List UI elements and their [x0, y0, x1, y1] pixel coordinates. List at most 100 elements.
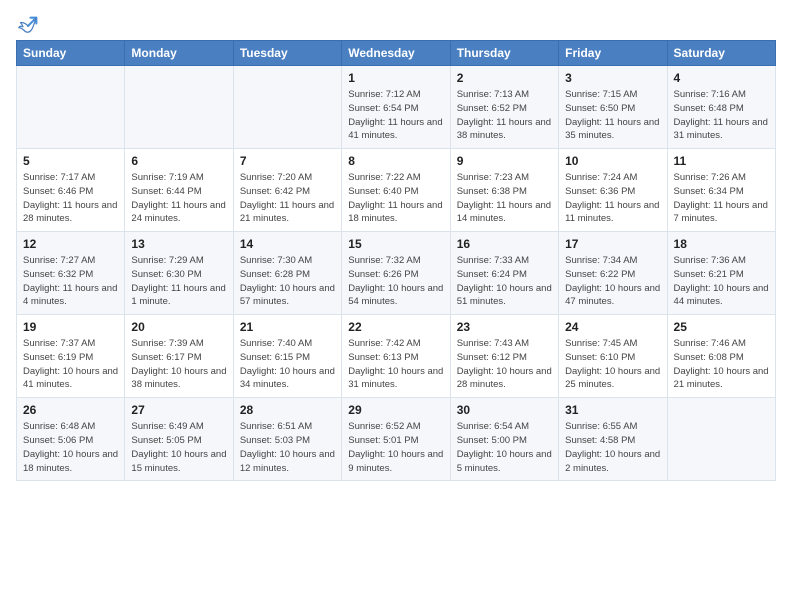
day-number: 25 — [674, 320, 769, 334]
header-wednesday: Wednesday — [342, 41, 450, 66]
day-number: 29 — [348, 403, 443, 417]
header-saturday: Saturday — [667, 41, 775, 66]
calendar-cell: 1 Sunrise: 7:12 AM Sunset: 6:54 PM Daylig… — [342, 66, 450, 149]
day-number: 12 — [23, 237, 118, 251]
calendar-cell: 16 Sunrise: 7:33 AM Sunset: 6:24 PM Dayli… — [450, 232, 558, 315]
calendar-cell — [667, 398, 775, 481]
logo — [16, 16, 38, 32]
week-row-1: 1 Sunrise: 7:12 AM Sunset: 6:54 PM Daylig… — [17, 66, 776, 149]
calendar-cell: 15 Sunrise: 7:32 AM Sunset: 6:26 PM Dayli… — [342, 232, 450, 315]
day-info: Sunrise: 7:26 AM Sunset: 6:34 PM Dayligh… — [674, 171, 769, 226]
day-number: 16 — [457, 237, 552, 251]
day-number: 2 — [457, 71, 552, 85]
day-number: 30 — [457, 403, 552, 417]
day-number: 5 — [23, 154, 118, 168]
calendar-cell: 24 Sunrise: 7:45 AM Sunset: 6:10 PM Dayli… — [559, 315, 667, 398]
calendar-table: Sunday Monday Tuesday Wednesday Thursday… — [16, 40, 776, 481]
day-number: 24 — [565, 320, 660, 334]
calendar-cell: 11Sunrise: 7:26 AM Sunset: 6:34 PM Dayli… — [667, 149, 775, 232]
day-info: Sunrise: 7:22 AM Sunset: 6:40 PM Dayligh… — [348, 171, 443, 226]
calendar-cell: 21 Sunrise: 7:40 AM Sunset: 6:15 PM Dayli… — [233, 315, 341, 398]
calendar-cell: 5 Sunrise: 7:17 AM Sunset: 6:46 PM Daylig… — [17, 149, 125, 232]
day-number: 6 — [131, 154, 226, 168]
day-info: Sunrise: 7:20 AM Sunset: 6:42 PM Dayligh… — [240, 171, 335, 226]
week-row-5: 26Sunrise: 6:48 AM Sunset: 5:06 PM Dayli… — [17, 398, 776, 481]
calendar-cell — [233, 66, 341, 149]
day-info: Sunrise: 7:24 AM Sunset: 6:36 PM Dayligh… — [565, 171, 660, 226]
day-info: Sunrise: 7:42 AM Sunset: 6:13 PM Dayligh… — [348, 337, 443, 392]
calendar-cell: 19 Sunrise: 7:37 AM Sunset: 6:19 PM Dayli… — [17, 315, 125, 398]
calendar-cell: 12 Sunrise: 7:27 AM Sunset: 6:32 PM Dayli… — [17, 232, 125, 315]
week-row-2: 5 Sunrise: 7:17 AM Sunset: 6:46 PM Daylig… — [17, 149, 776, 232]
calendar-cell: 8 Sunrise: 7:22 AM Sunset: 6:40 PM Daylig… — [342, 149, 450, 232]
calendar-cell: 2 Sunrise: 7:13 AM Sunset: 6:52 PM Daylig… — [450, 66, 558, 149]
day-number: 15 — [348, 237, 443, 251]
day-info: Sunrise: 7:46 AM Sunset: 6:08 PM Dayligh… — [674, 337, 769, 392]
header-sunday: Sunday — [17, 41, 125, 66]
header-thursday: Thursday — [450, 41, 558, 66]
day-number: 21 — [240, 320, 335, 334]
day-info: Sunrise: 6:49 AM Sunset: 5:05 PM Dayligh… — [131, 420, 226, 475]
day-number: 22 — [348, 320, 443, 334]
page-header — [16, 16, 776, 32]
calendar-cell: 20 Sunrise: 7:39 AM Sunset: 6:17 PM Dayli… — [125, 315, 233, 398]
day-info: Sunrise: 7:33 AM Sunset: 6:24 PM Dayligh… — [457, 254, 552, 309]
calendar-cell: 31 Sunrise: 6:55 AM Sunset: 4:58 PM Dayli… — [559, 398, 667, 481]
day-info: Sunrise: 6:54 AM Sunset: 5:00 PM Dayligh… — [457, 420, 552, 475]
calendar-cell: 17 Sunrise: 7:34 AM Sunset: 6:22 PM Dayli… — [559, 232, 667, 315]
day-info: Sunrise: 7:29 AM Sunset: 6:30 PM Dayligh… — [131, 254, 226, 309]
calendar-cell — [125, 66, 233, 149]
calendar-cell: 23 Sunrise: 7:43 AM Sunset: 6:12 PM Dayli… — [450, 315, 558, 398]
header-row: Sunday Monday Tuesday Wednesday Thursday… — [17, 41, 776, 66]
day-number: 14 — [240, 237, 335, 251]
day-number: 3 — [565, 71, 660, 85]
day-number: 26 — [23, 403, 118, 417]
day-info: Sunrise: 6:51 AM Sunset: 5:03 PM Dayligh… — [240, 420, 335, 475]
day-info: Sunrise: 7:43 AM Sunset: 6:12 PM Dayligh… — [457, 337, 552, 392]
day-number: 27 — [131, 403, 226, 417]
day-number: 9 — [457, 154, 552, 168]
header-tuesday: Tuesday — [233, 41, 341, 66]
day-number: 1 — [348, 71, 443, 85]
calendar-cell: 27 Sunrise: 6:49 AM Sunset: 5:05 PM Dayli… — [125, 398, 233, 481]
calendar-cell: 7 Sunrise: 7:20 AM Sunset: 6:42 PM Daylig… — [233, 149, 341, 232]
day-info: Sunrise: 7:23 AM Sunset: 6:38 PM Dayligh… — [457, 171, 552, 226]
day-number: 19 — [23, 320, 118, 334]
day-number: 7 — [240, 154, 335, 168]
day-info: Sunrise: 7:27 AM Sunset: 6:32 PM Dayligh… — [23, 254, 118, 309]
day-info: Sunrise: 7:39 AM Sunset: 6:17 PM Dayligh… — [131, 337, 226, 392]
calendar-cell: 28Sunrise: 6:51 AM Sunset: 5:03 PM Dayli… — [233, 398, 341, 481]
day-number: 20 — [131, 320, 226, 334]
day-info: Sunrise: 7:12 AM Sunset: 6:54 PM Dayligh… — [348, 88, 443, 143]
calendar-cell: 26Sunrise: 6:48 AM Sunset: 5:06 PM Dayli… — [17, 398, 125, 481]
day-number: 8 — [348, 154, 443, 168]
day-info: Sunrise: 7:36 AM Sunset: 6:21 PM Dayligh… — [674, 254, 769, 309]
calendar-cell: 25 Sunrise: 7:46 AM Sunset: 6:08 PM Dayli… — [667, 315, 775, 398]
day-info: Sunrise: 7:45 AM Sunset: 6:10 PM Dayligh… — [565, 337, 660, 392]
day-info: Sunrise: 7:16 AM Sunset: 6:48 PM Dayligh… — [674, 88, 769, 143]
day-info: Sunrise: 7:13 AM Sunset: 6:52 PM Dayligh… — [457, 88, 552, 143]
day-info: Sunrise: 6:55 AM Sunset: 4:58 PM Dayligh… — [565, 420, 660, 475]
day-info: Sunrise: 6:52 AM Sunset: 5:01 PM Dayligh… — [348, 420, 443, 475]
calendar-cell: 9 Sunrise: 7:23 AM Sunset: 6:38 PM Daylig… — [450, 149, 558, 232]
header-friday: Friday — [559, 41, 667, 66]
day-info: Sunrise: 7:19 AM Sunset: 6:44 PM Dayligh… — [131, 171, 226, 226]
day-info: Sunrise: 7:40 AM Sunset: 6:15 PM Dayligh… — [240, 337, 335, 392]
day-info: Sunrise: 7:32 AM Sunset: 6:26 PM Dayligh… — [348, 254, 443, 309]
day-info: Sunrise: 7:17 AM Sunset: 6:46 PM Dayligh… — [23, 171, 118, 226]
calendar-cell: 18 Sunrise: 7:36 AM Sunset: 6:21 PM Dayli… — [667, 232, 775, 315]
day-number: 13 — [131, 237, 226, 251]
logo-bird-icon — [18, 16, 38, 36]
calendar-cell: 13 Sunrise: 7:29 AM Sunset: 6:30 PM Dayli… — [125, 232, 233, 315]
day-number: 18 — [674, 237, 769, 251]
day-info: Sunrise: 7:37 AM Sunset: 6:19 PM Dayligh… — [23, 337, 118, 392]
calendar-cell: 29 Sunrise: 6:52 AM Sunset: 5:01 PM Dayli… — [342, 398, 450, 481]
day-number: 23 — [457, 320, 552, 334]
day-number: 31 — [565, 403, 660, 417]
week-row-4: 19 Sunrise: 7:37 AM Sunset: 6:19 PM Dayli… — [17, 315, 776, 398]
day-info: Sunrise: 7:30 AM Sunset: 6:28 PM Dayligh… — [240, 254, 335, 309]
calendar-cell: 10Sunrise: 7:24 AM Sunset: 6:36 PM Dayli… — [559, 149, 667, 232]
day-number: 17 — [565, 237, 660, 251]
day-info: Sunrise: 7:34 AM Sunset: 6:22 PM Dayligh… — [565, 254, 660, 309]
calendar-cell: 22 Sunrise: 7:42 AM Sunset: 6:13 PM Dayli… — [342, 315, 450, 398]
